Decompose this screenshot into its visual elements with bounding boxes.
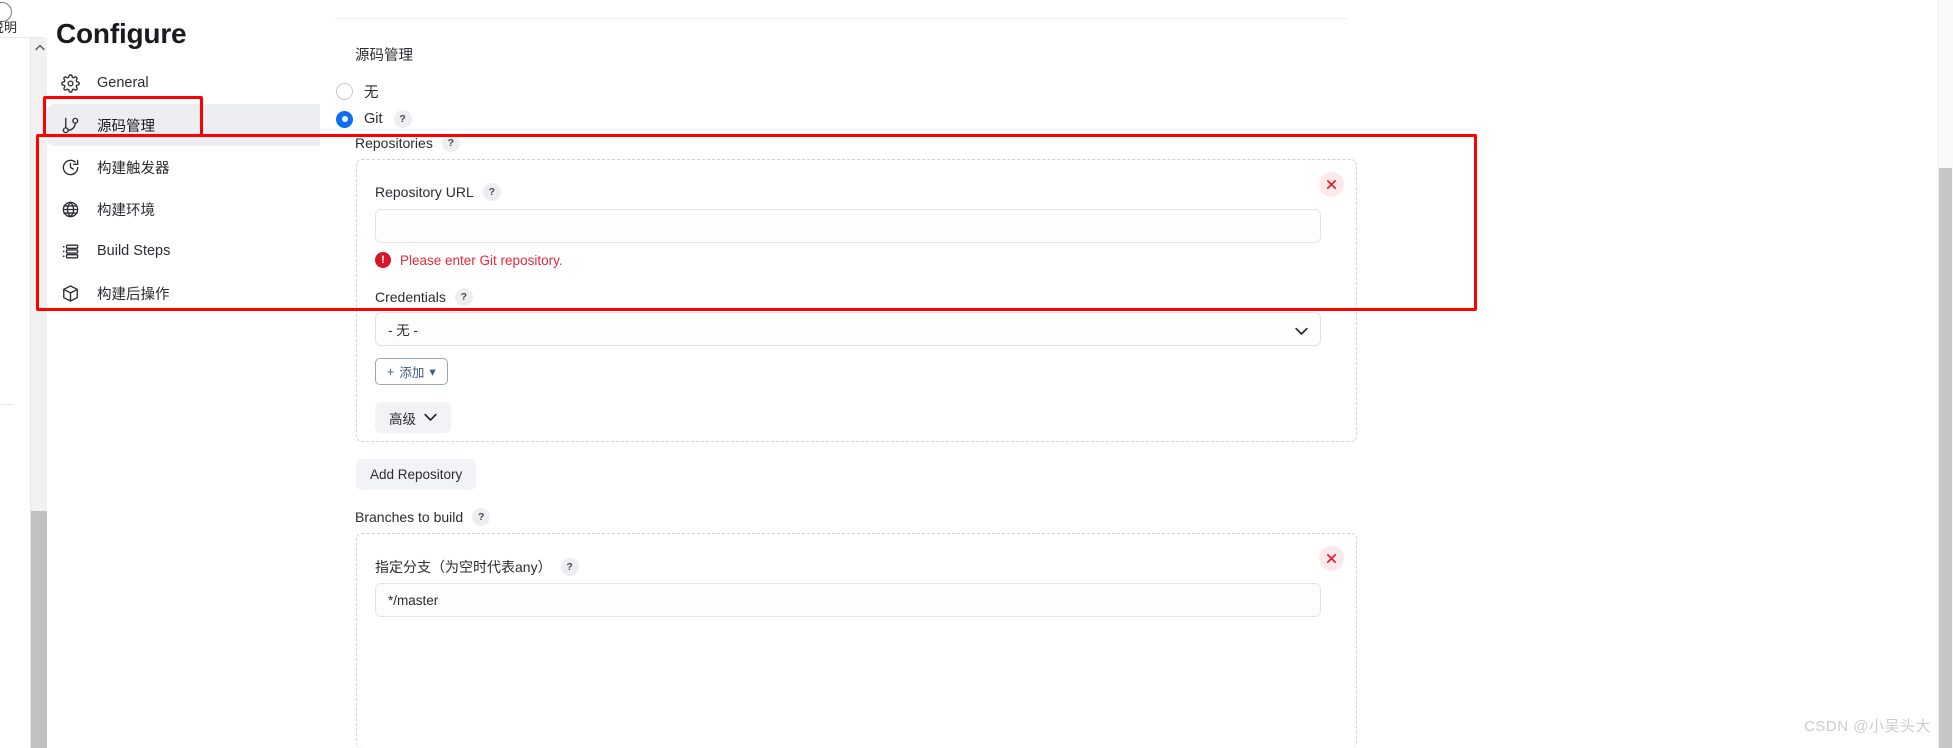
- error-icon: !: [375, 252, 391, 268]
- radio-option-none[interactable]: 无: [336, 81, 379, 102]
- git-branch-icon: [59, 114, 81, 136]
- branches-label: Branches to build: [355, 509, 464, 525]
- radio-button-none[interactable]: [336, 83, 353, 100]
- help-icon-branch-spec[interactable]: ?: [560, 558, 579, 576]
- right-page-scrollbar[interactable]: [1938, 0, 1953, 748]
- add-credentials-prefix-icon: +: [387, 364, 395, 379]
- scrollbar-thumb[interactable]: [31, 511, 48, 748]
- add-repository-label: Add Repository: [370, 467, 463, 482]
- credentials-select-value: - 无 -: [388, 323, 418, 338]
- scrollbar-up-arrow-icon[interactable]: [31, 38, 48, 56]
- radio-label-none: 无: [364, 85, 379, 101]
- sidebar-item-label: 构建后操作: [97, 286, 170, 303]
- chevron-down-icon: [1295, 324, 1308, 339]
- help-icon-repository-url[interactable]: ?: [482, 183, 501, 201]
- watermark: CSDN @小吴头大: [1804, 718, 1931, 735]
- remove-repository-button[interactable]: [1319, 172, 1344, 197]
- help-icon-git[interactable]: ?: [393, 110, 412, 128]
- screen-root: 说明 Configure General: [0, 0, 1953, 748]
- page-title: Configure: [56, 18, 187, 49]
- branch-card: 指定分支（为空时代表any） ?: [356, 533, 1357, 748]
- left-strip-divider: [0, 404, 14, 405]
- radio-label-git: Git: [364, 111, 383, 127]
- credentials-select[interactable]: - 无 -: [375, 312, 1321, 346]
- configure-main-panel: 源码管理 无 Git ? Repositories ? Repository U…: [320, 0, 1953, 748]
- list-icon: [59, 240, 81, 262]
- branch-spec-input[interactable]: [375, 583, 1321, 617]
- credentials-label: Credentials: [375, 289, 446, 305]
- sidebar-item-label: General: [97, 75, 149, 91]
- repository-url-label: Repository URL: [375, 184, 474, 200]
- radio-button-git[interactable]: [336, 110, 353, 128]
- repository-url-input[interactable]: [375, 209, 1321, 243]
- branch-spec-label-row: 指定分支（为空时代表any） ?: [375, 557, 579, 577]
- gear-icon: [59, 72, 81, 94]
- advanced-toggle-button[interactable]: 高级: [375, 402, 451, 433]
- add-repository-button[interactable]: Add Repository: [356, 459, 477, 490]
- package-icon: [59, 282, 81, 304]
- advanced-toggle-label: 高级: [389, 411, 416, 427]
- clock-icon: [59, 156, 81, 178]
- repository-url-error: ! Please enter Git repository.: [375, 252, 563, 268]
- left-strip-label: 说明: [0, 20, 18, 35]
- add-credentials-button[interactable]: + 添加 ▾: [375, 358, 448, 385]
- repositories-label-row: Repositories ?: [355, 134, 460, 152]
- page-scrollbar[interactable]: [30, 38, 48, 748]
- credentials-label-row: Credentials ?: [375, 288, 473, 306]
- sidebar-item-label: 构建环境: [97, 202, 155, 219]
- sidebar-item-label: 源码管理: [97, 118, 155, 135]
- repository-url-label-row: Repository URL ?: [375, 183, 501, 201]
- add-credentials-label: 添加: [399, 366, 425, 380]
- branch-spec-input-wrap: [375, 583, 1321, 617]
- info-circle-icon: [0, 2, 12, 22]
- repository-url-input-wrap: [375, 209, 1321, 243]
- radio-option-git[interactable]: Git ?: [336, 110, 412, 128]
- section-title-scm: 源码管理: [355, 48, 413, 64]
- right-scrollbar-thumb[interactable]: [1939, 168, 1952, 748]
- left-strip-header: 说明: [0, 0, 44, 38]
- repository-card: Repository URL ? ! Please enter Git repo…: [356, 159, 1357, 442]
- sidebar-item-label: 构建触发器: [97, 160, 170, 177]
- sidebar-item-label: Build Steps: [97, 243, 171, 259]
- help-icon-repositories[interactable]: ?: [441, 134, 460, 152]
- help-icon-credentials[interactable]: ?: [454, 288, 473, 306]
- branch-spec-label: 指定分支（为空时代表any）: [375, 559, 552, 575]
- repositories-label: Repositories: [355, 135, 433, 151]
- chevron-down-icon: [424, 410, 437, 425]
- repository-url-error-message: Please enter Git repository.: [400, 252, 563, 268]
- remove-branch-button[interactable]: [1319, 546, 1344, 571]
- branches-label-row: Branches to build ?: [355, 508, 491, 526]
- globe-icon: [59, 198, 81, 220]
- content-top-divider: [335, 18, 1348, 19]
- caret-down-icon: ▾: [429, 365, 436, 379]
- help-icon-branches[interactable]: ?: [472, 508, 491, 526]
